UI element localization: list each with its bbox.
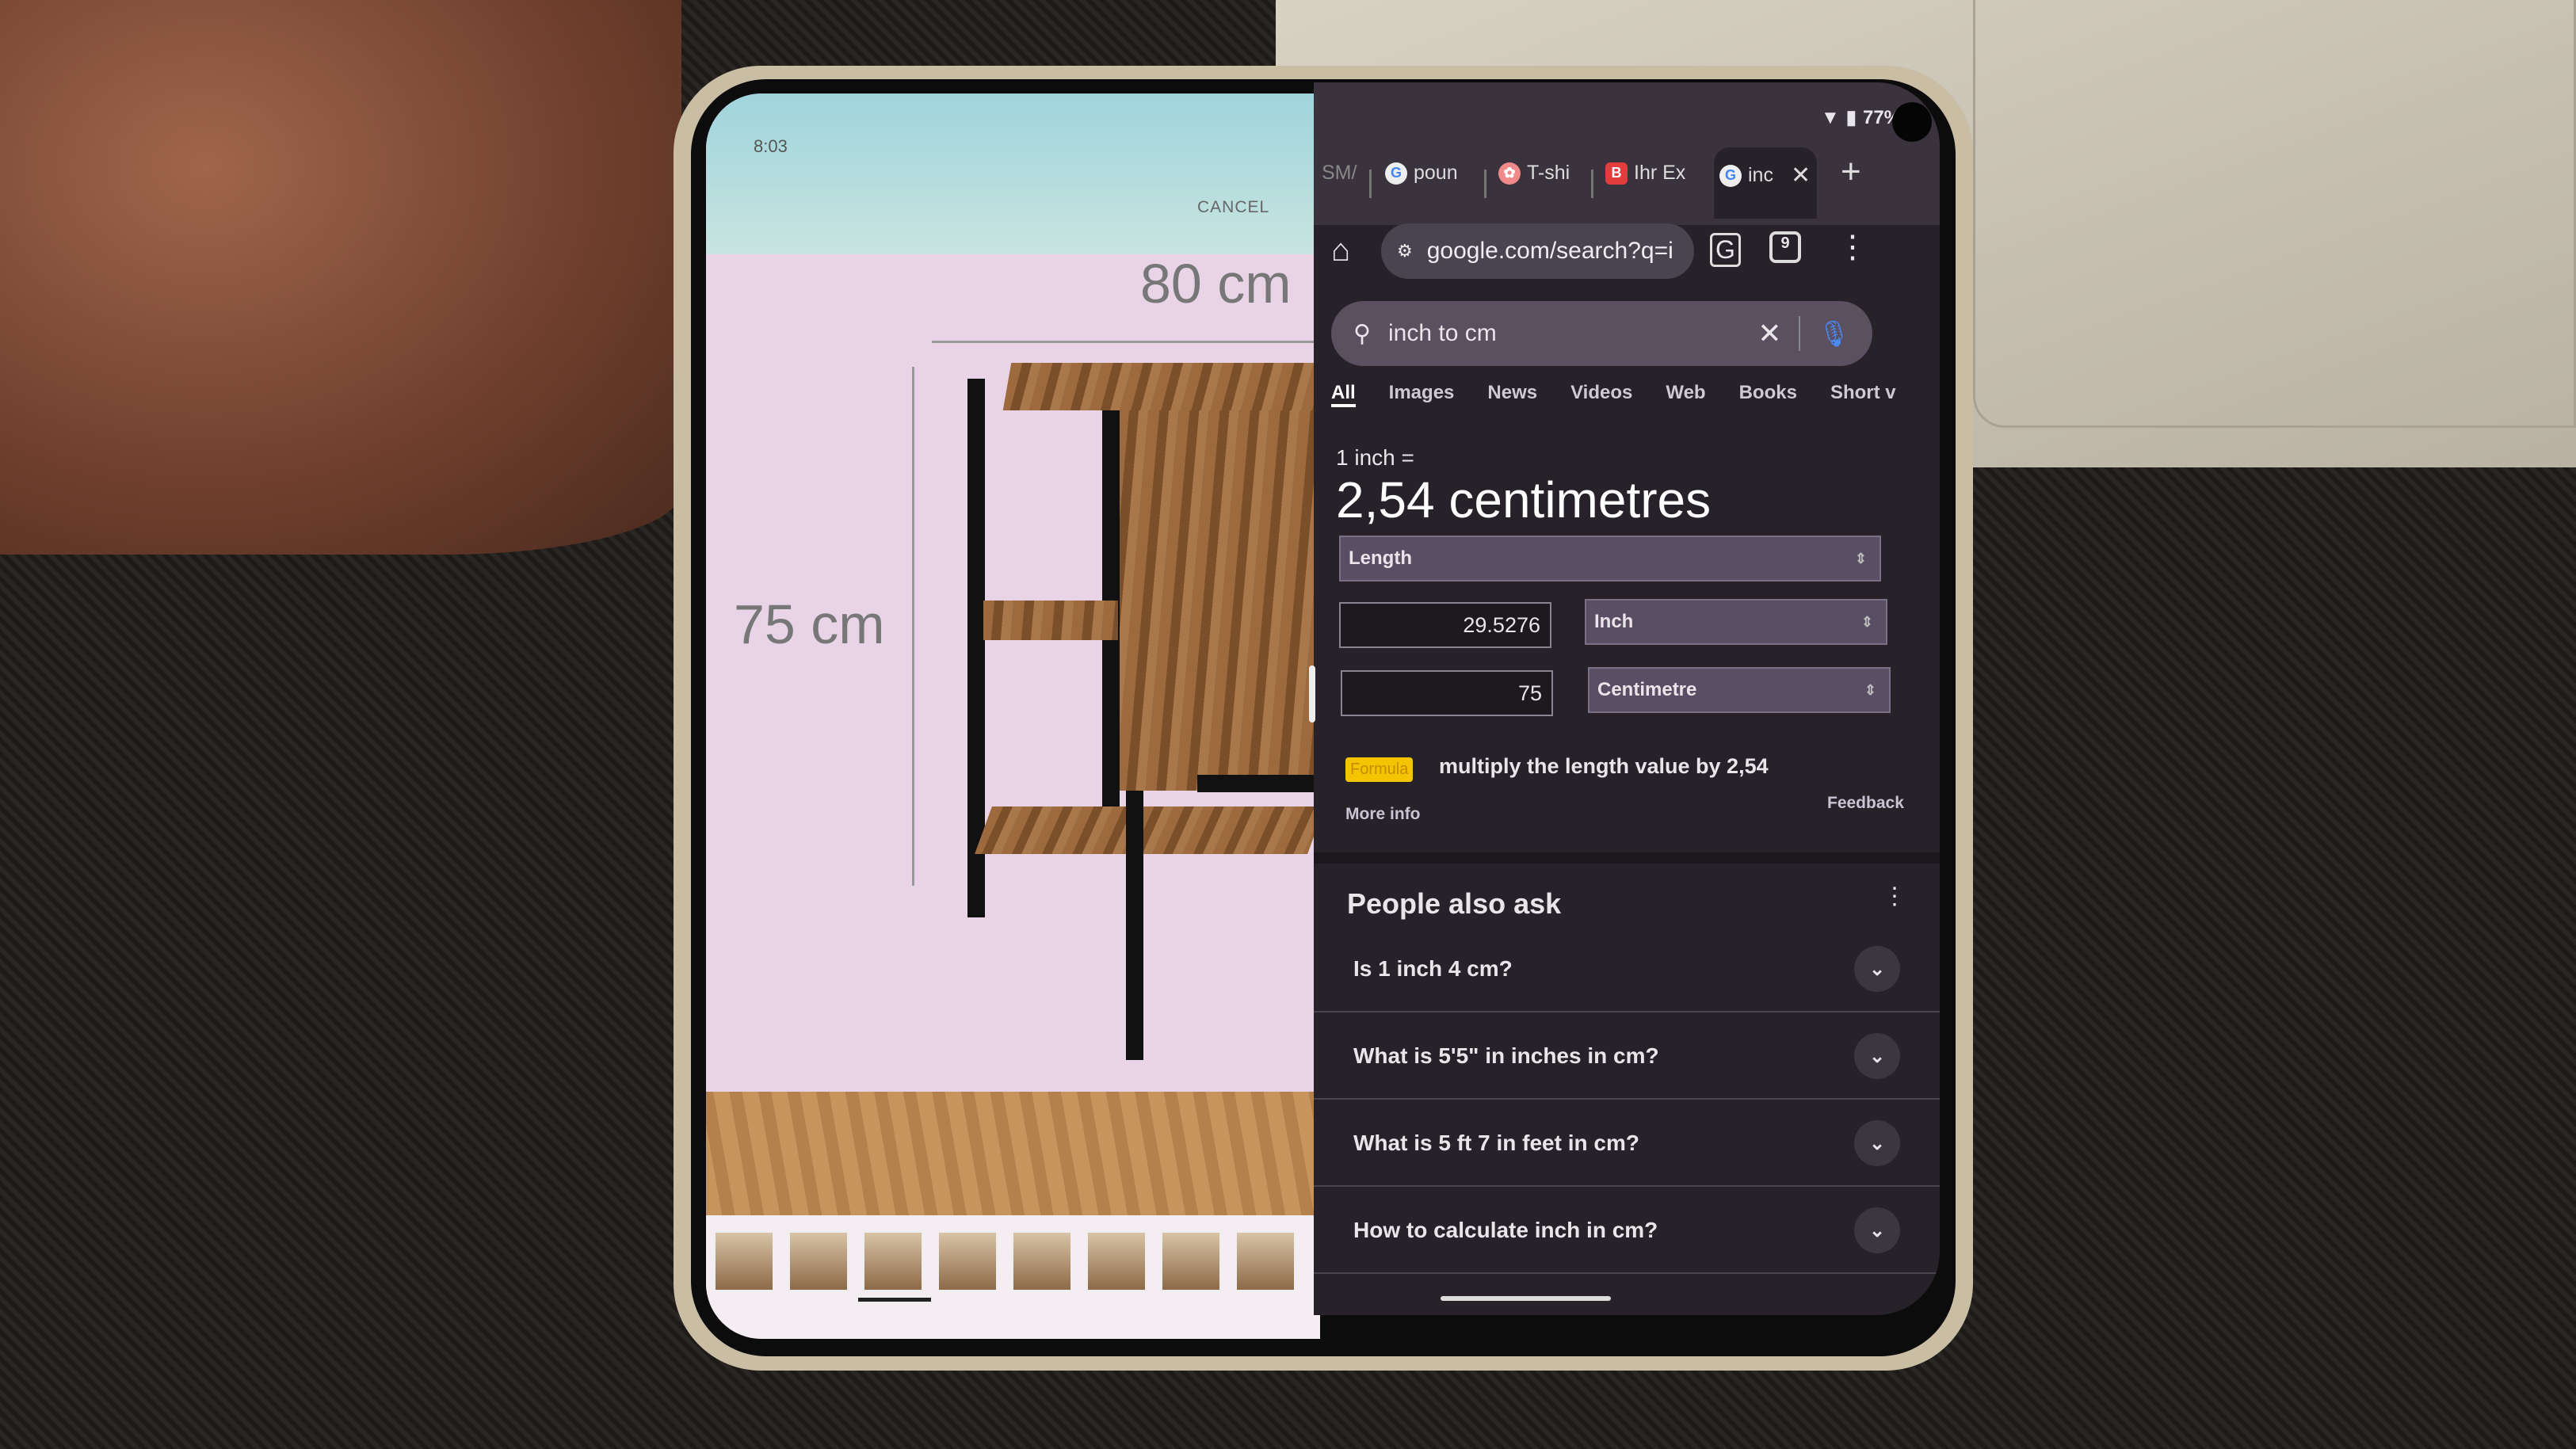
status-time: 8:03: [754, 136, 788, 156]
wifi-icon: ▼: [1821, 106, 1840, 128]
product-image-viewer: 8:03 CANCEL 80 cm 75 cm: [706, 93, 1320, 1339]
tab-news[interactable]: News: [1487, 382, 1537, 407]
thumbnail-selection-indicator: [858, 1298, 931, 1302]
site-favicon-icon: B: [1605, 162, 1628, 185]
formula-text: multiply the length value by 2,54: [1439, 754, 1769, 778]
people-also-ask-title: People also ask: [1347, 887, 1562, 920]
more-info-link[interactable]: More info: [1345, 805, 1421, 824]
cancel-button[interactable]: CANCEL: [1197, 198, 1269, 217]
select-arrows-icon: ⇕: [1864, 681, 1876, 698]
search-icon: ⚲: [1353, 320, 1371, 347]
chevron-down-icon: ⌄: [1854, 1120, 1900, 1166]
tab-images[interactable]: Images: [1389, 382, 1455, 407]
close-tab-icon[interactable]: ✕: [1791, 162, 1811, 189]
gesture-bar[interactable]: [1441, 1296, 1611, 1301]
paa-question[interactable]: How to calculate inch in cm? ⌄: [1314, 1188, 1940, 1274]
new-tab-button[interactable]: +: [1841, 152, 1861, 192]
paa-question[interactable]: Is 1 inch 4 cm? ⌄: [1314, 927, 1940, 1012]
google-favicon-icon: G: [1385, 162, 1407, 185]
tab-active[interactable]: Ginc ✕: [1719, 162, 1811, 189]
thumbnail[interactable]: [788, 1231, 849, 1291]
home-icon[interactable]: ⌂: [1331, 233, 1350, 269]
tab-count-icon[interactable]: 9: [1769, 231, 1801, 263]
floor-image: [706, 1092, 1320, 1215]
paa-question[interactable]: What is 5'5" in inches in cm? ⌄: [1314, 1014, 1940, 1100]
battery-icon: ▮: [1845, 107, 1857, 128]
select-arrows-icon: ⇕: [1860, 613, 1873, 630]
search-tabs: All Images News Videos Web Books Short v: [1331, 382, 1896, 407]
tab-all[interactable]: All: [1331, 382, 1356, 407]
thumbnail[interactable]: [1161, 1231, 1221, 1291]
height-dimension-label: 75 cm: [734, 593, 885, 655]
tab-books[interactable]: Books: [1739, 382, 1797, 407]
tab[interactable]: SM/: [1322, 162, 1357, 185]
to-unit-select[interactable]: Centimetre ⇕: [1588, 667, 1891, 713]
thumbnail[interactable]: [714, 1231, 774, 1291]
more-menu-icon[interactable]: ⋮: [1837, 229, 1868, 265]
chevron-down-icon: ⌄: [1854, 946, 1900, 992]
thumbnail[interactable]: [937, 1231, 998, 1291]
width-dimension-label: 80 cm: [1140, 253, 1292, 315]
paa-question[interactable]: What is 5 ft 7 in feet in cm? ⌄: [1314, 1101, 1940, 1187]
search-input[interactable]: ⚲ inch to cm ✕ 🎙: [1331, 301, 1872, 366]
camera-cutout: [1892, 102, 1932, 142]
background-fabric: [0, 0, 681, 555]
site-settings-icon: ⚙: [1397, 241, 1413, 261]
thumbnail[interactable]: [863, 1231, 923, 1291]
tab[interactable]: B Ihr Ex: [1605, 162, 1685, 185]
height-line: [912, 367, 914, 886]
translate-icon[interactable]: G: [1710, 233, 1741, 267]
tab[interactable]: Gpoun: [1385, 162, 1458, 185]
thumbnail[interactable]: [1086, 1231, 1147, 1291]
tab-videos[interactable]: Videos: [1570, 382, 1632, 407]
conversion-result: 2,54 centimetres: [1336, 471, 1712, 528]
tab[interactable]: ✿ T-shi: [1498, 162, 1570, 185]
select-arrows-icon: ⇕: [1854, 550, 1867, 566]
feedback-link[interactable]: Feedback: [1827, 794, 1904, 813]
chevron-down-icon: ⌄: [1854, 1033, 1900, 1079]
conversion-prefix: 1 inch =: [1336, 445, 1414, 470]
thumbnail[interactable]: [1012, 1231, 1072, 1291]
clear-icon[interactable]: ✕: [1757, 317, 1781, 350]
from-unit-select[interactable]: Inch ⇕: [1585, 599, 1887, 645]
thumbnail-strip[interactable]: [706, 1215, 1320, 1339]
address-bar[interactable]: ⚙ google.com/search?q=i: [1381, 223, 1694, 279]
tab-short-videos[interactable]: Short v: [1830, 382, 1896, 407]
formula-badge: Formula: [1345, 757, 1414, 782]
from-value-input[interactable]: 29.5276: [1339, 602, 1551, 648]
browser-window: ▼ ▮ 77% SM/ Gpoun ✿ T-shi B Ihr Ex Ginc ✕ + …: [1314, 82, 1940, 1315]
paa-more-icon[interactable]: ⋮: [1883, 883, 1906, 910]
split-screen-divider-handle[interactable]: [1309, 665, 1315, 723]
microphone-icon[interactable]: 🎙: [1818, 318, 1850, 349]
thumbnail[interactable]: [1235, 1231, 1296, 1291]
to-value-input[interactable]: 75: [1341, 670, 1553, 716]
chevron-down-icon: ⌄: [1854, 1207, 1900, 1253]
tab-web[interactable]: Web: [1666, 382, 1705, 407]
shop-favicon-icon: ✿: [1498, 162, 1521, 185]
section-divider: [1314, 852, 1940, 864]
category-select[interactable]: Length ⇕: [1339, 536, 1881, 582]
google-favicon-icon: G: [1719, 164, 1742, 187]
width-line: [932, 341, 1320, 343]
